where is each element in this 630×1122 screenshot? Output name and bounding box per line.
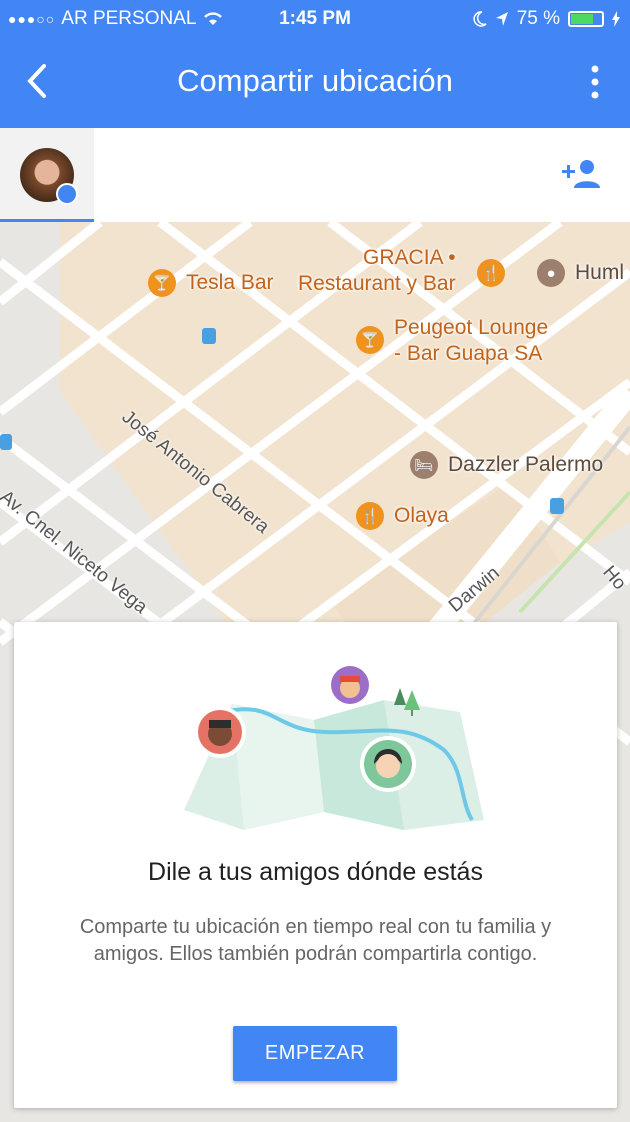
more-vert-icon[interactable] (590, 64, 600, 100)
bar-icon: 🍸 (148, 269, 176, 297)
card-heading: Dile a tus amigos dónde estás (148, 858, 483, 886)
poi-hum[interactable]: ● Huml (537, 259, 624, 287)
poi-label: Restaurant y Bar (298, 272, 456, 295)
poi-olaya[interactable]: 🍴 Olaya (356, 502, 449, 530)
restaurant-icon[interactable]: 🍴 (477, 259, 505, 287)
page-title: Compartir ubicación (177, 63, 453, 98)
moon-icon (473, 11, 487, 27)
poi-gracia[interactable]: GRACIA • Restaurant y Bar (298, 246, 456, 296)
transit-icon[interactable] (550, 498, 564, 514)
friends-map-illustration (184, 663, 484, 830)
location-dot-icon (56, 183, 78, 205)
poi-dazzler[interactable]: 🛏 Dazzler Palermo (410, 451, 603, 479)
people-bar (0, 128, 630, 222)
hotel-icon: 🛏 (410, 451, 438, 479)
bolt-icon (612, 11, 620, 27)
transit-icon[interactable] (202, 328, 216, 344)
poi-peugeot-lounge[interactable]: 🍸 Peugeot Lounge - Bar Guapa SA (356, 316, 548, 366)
battery-fill (571, 14, 593, 24)
poi-label: GRACIA • (363, 246, 456, 269)
battery-percent: 75 % (516, 8, 560, 29)
add-person-icon[interactable] (562, 158, 602, 190)
share-location-card: Dile a tus amigos dónde estás Comparte t… (14, 622, 617, 1108)
status-bar: ●●●○○ AR PERSONAL 1:45 PM 75 % (0, 0, 630, 38)
place-icon: ● (537, 259, 565, 287)
transit-icon[interactable] (0, 434, 12, 450)
poi-label: Huml (575, 261, 625, 284)
card-body-text: Comparte tu ubicación en tiempo real con… (79, 916, 552, 965)
poi-label: Tesla Bar (186, 271, 274, 294)
poi-label: Olaya (394, 504, 449, 527)
poi-label: Peugeot Lounge (394, 316, 549, 339)
battery-icon (568, 11, 604, 27)
location-arrow-icon (495, 12, 508, 26)
bar-icon: 🍸 (356, 326, 384, 354)
my-avatar-tab[interactable] (0, 128, 94, 222)
start-button[interactable]: EMPEZAR (233, 1026, 397, 1081)
poi-tesla-bar[interactable]: 🍸 Tesla Bar (148, 269, 274, 297)
restaurant-icon: 🍴 (356, 502, 384, 530)
poi-label: - Bar Guapa SA (394, 342, 543, 365)
poi-label: Dazzler Palermo (448, 453, 604, 476)
app-bar: Compartir ubicación (0, 38, 630, 128)
